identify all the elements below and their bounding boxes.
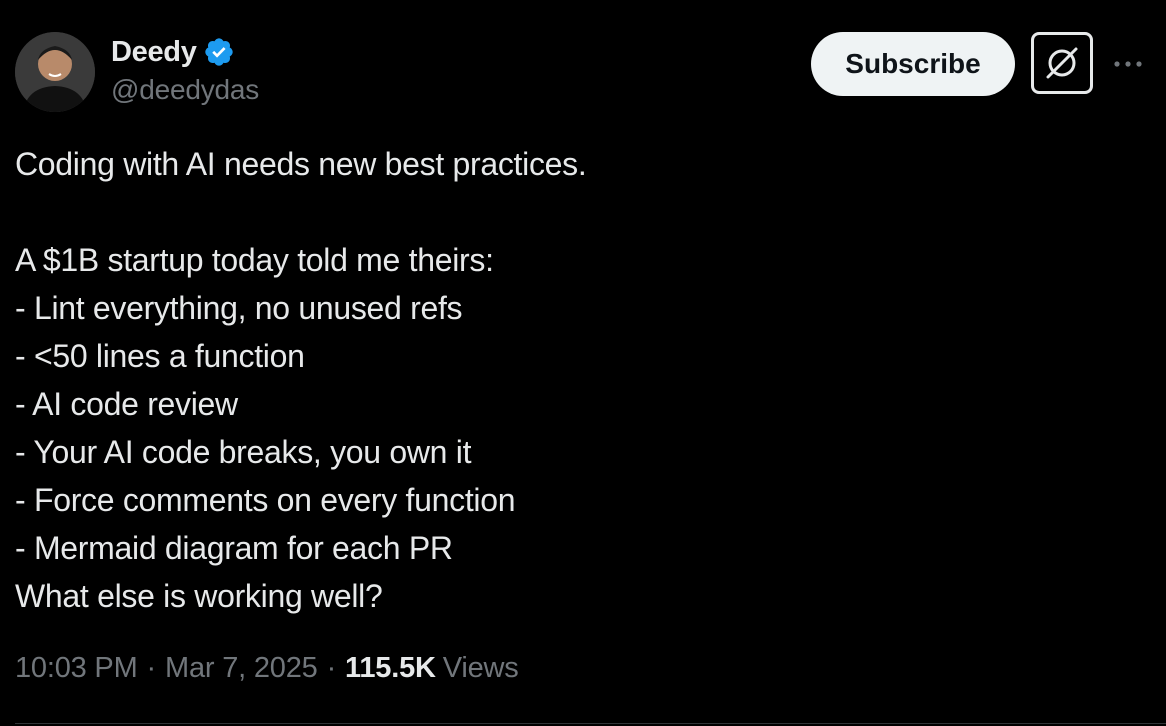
tweet-line: - Mermaid diagram for each PR <box>15 530 453 566</box>
name-row: Deedy <box>111 34 259 70</box>
tweet-line: - Force comments on every function <box>15 482 516 518</box>
tweet-line: Coding with AI needs new best practices. <box>15 146 587 182</box>
tweet-line: - Your AI code breaks, you own it <box>15 434 472 470</box>
tweet-text: Coding with AI needs new best practices.… <box>15 140 1145 620</box>
views-label: Views <box>442 652 519 684</box>
meta-separator: · <box>146 652 157 684</box>
tweet-line: - AI code review <box>15 386 238 422</box>
tweet-line: A $1B startup today told me theirs: <box>15 242 494 278</box>
verified-badge-icon[interactable] <box>203 36 235 68</box>
tweet-card: Deedy @deedydas Subscribe Coding with AI… <box>0 0 1166 726</box>
author-info: Deedy @deedydas <box>111 34 259 106</box>
tweet-time[interactable]: 10:03 PM <box>15 652 138 685</box>
subscribe-button[interactable]: Subscribe <box>811 32 1015 96</box>
tweet-line: What else is working well? <box>15 578 383 614</box>
tweet-line: - <50 lines a function <box>15 338 305 374</box>
user-handle[interactable]: @deedydas <box>111 74 259 106</box>
grok-icon <box>1046 47 1078 79</box>
meta-separator: · <box>326 652 337 684</box>
grok-button[interactable] <box>1031 32 1093 94</box>
display-name[interactable]: Deedy <box>111 36 197 69</box>
more-icon <box>1114 61 1142 67</box>
divider <box>15 723 1166 724</box>
more-options-button[interactable] <box>1110 46 1146 82</box>
user-avatar-icon <box>15 32 95 112</box>
tweet-line: - Lint everything, no unused refs <box>15 290 463 326</box>
tweet-date[interactable]: Mar 7, 2025 <box>165 652 318 685</box>
avatar[interactable] <box>15 32 95 112</box>
tweet-meta: 10:03 PM · Mar 7, 2025 · 115.5K Views <box>15 652 519 685</box>
views-count[interactable]: 115.5K <box>345 652 436 685</box>
